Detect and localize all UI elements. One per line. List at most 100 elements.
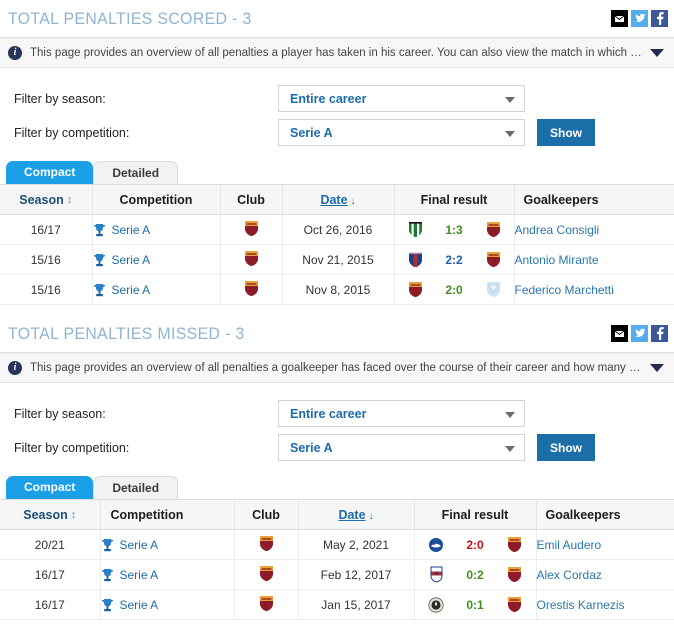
col-header-club: Club	[234, 499, 299, 530]
cell-club	[234, 559, 299, 590]
table-row[interactable]: 16/17 Serie A Jan 15, 2017 0:1 Orestis K…	[0, 589, 674, 620]
tab-compact[interactable]: Compact	[6, 161, 94, 184]
cell-season: 16/17	[0, 559, 101, 590]
table-row[interactable]: 20/21 Serie A May 2, 2021 2:0 Emil Auder…	[0, 529, 674, 560]
col-header-season[interactable]: Season ↕	[0, 499, 101, 530]
cell-goalkeeper: Alex Cordaz	[536, 559, 674, 590]
goalkeeper-link[interactable]: Emil Audero	[537, 538, 602, 552]
email-share-icon[interactable]	[611, 325, 628, 342]
expand-info-chevron-down-icon[interactable]	[650, 364, 664, 372]
competition-select[interactable]: Serie A	[278, 434, 525, 461]
home-club-crest-icon	[398, 251, 432, 268]
info-icon: i	[8, 46, 22, 60]
competition-link[interactable]: Serie A	[112, 283, 151, 297]
section-penalties-scored: TOTAL PENALTIES SCORED - 3 i This page p…	[0, 0, 674, 305]
chevron-down-icon	[505, 130, 515, 137]
goalkeeper-link[interactable]: Orestis Karnezis	[537, 598, 625, 612]
section-divider	[0, 305, 674, 315]
section-header: TOTAL PENALTIES MISSED - 3	[0, 315, 674, 353]
chevron-down-icon	[505, 445, 515, 452]
cell-date: May 2, 2021	[298, 529, 415, 560]
table-row[interactable]: 15/16 Serie A Nov 8, 2015 2:0 Federico M…	[0, 274, 674, 305]
twitter-share-icon[interactable]	[631, 10, 648, 27]
cell-season: 16/17	[0, 214, 93, 245]
cell-goalkeeper: Andrea Consigli	[514, 214, 674, 245]
email-share-icon[interactable]	[611, 10, 628, 27]
trophy-icon	[101, 568, 114, 582]
social-share-group	[611, 10, 668, 27]
show-button[interactable]: Show	[537, 434, 595, 461]
competition-link[interactable]: Serie A	[120, 598, 159, 612]
chevron-down-icon	[505, 411, 515, 418]
table-row[interactable]: 15/16 Serie A Nov 21, 2015 2:2 Antonio M…	[0, 244, 674, 275]
competition-link[interactable]: Serie A	[120, 568, 159, 582]
trophy-icon	[93, 253, 106, 267]
goalkeeper-link[interactable]: Andrea Consigli	[515, 223, 600, 237]
social-share-group	[611, 325, 668, 342]
col-header-date[interactable]: Date ↓	[282, 184, 395, 215]
cell-competition: Serie A	[100, 589, 235, 620]
club-crest-icon	[259, 535, 274, 552]
table-row[interactable]: 16/17 Serie A Oct 26, 2016 1:3 Andrea Co…	[0, 214, 674, 245]
tab-detailed[interactable]: Detailed	[93, 161, 179, 184]
filter-competition-label: Filter by competition:	[14, 125, 130, 140]
match-score: 2:2	[445, 252, 463, 267]
show-button[interactable]: Show	[537, 119, 595, 146]
season-select-value: Entire career	[290, 406, 367, 421]
info-icon: i	[8, 361, 22, 375]
match-score: 2:0	[466, 537, 484, 552]
cell-club	[220, 274, 283, 305]
home-club-crest-icon	[398, 221, 432, 238]
club-crest-icon	[259, 595, 274, 612]
filter-row-competition: Filter by competition: Serie A Show	[0, 118, 674, 147]
home-club-crest-icon	[419, 596, 453, 613]
cell-final-result: 0:2	[414, 559, 537, 590]
competition-select[interactable]: Serie A	[278, 119, 525, 146]
filter-competition-label: Filter by competition:	[14, 440, 130, 455]
goalkeeper-link[interactable]: Alex Cordaz	[537, 568, 602, 582]
chevron-down-icon	[505, 96, 515, 103]
competition-link[interactable]: Serie A	[112, 253, 151, 267]
facebook-share-icon[interactable]	[651, 10, 668, 27]
cell-competition: Serie A	[100, 559, 235, 590]
info-bar: i This page provides an overview of all …	[0, 353, 674, 383]
cell-final-result: 2:2	[394, 244, 515, 275]
trophy-icon	[101, 598, 114, 612]
season-select[interactable]: Entire career	[278, 85, 525, 112]
home-club-crest-icon	[398, 281, 432, 298]
away-club-crest-icon	[497, 566, 531, 583]
club-crest-icon	[244, 220, 259, 237]
goalkeeper-link[interactable]: Antonio Mirante	[515, 253, 599, 267]
col-header-date[interactable]: Date ↓	[298, 499, 415, 530]
view-tabs: Compact Detailed	[0, 476, 674, 499]
penalties-missed-table: Season ↕ Competition Club Date ↓ Final res…	[0, 499, 674, 620]
cell-goalkeeper: Federico Marchetti	[514, 274, 674, 305]
trophy-icon	[93, 283, 106, 297]
competition-link[interactable]: Serie A	[120, 538, 159, 552]
competition-link[interactable]: Serie A	[112, 223, 151, 237]
away-club-crest-icon	[497, 596, 531, 613]
facebook-share-icon[interactable]	[651, 325, 668, 342]
table-row[interactable]: 16/17 Serie A Feb 12, 2017 0:2 Alex Cord…	[0, 559, 674, 590]
col-header-season[interactable]: Season ↕	[0, 184, 93, 215]
club-crest-icon	[259, 565, 274, 582]
away-club-crest-icon	[497, 536, 531, 553]
away-club-crest-icon	[476, 221, 510, 238]
twitter-share-icon[interactable]	[631, 325, 648, 342]
filter-row-season: Filter by season: Entire career	[0, 399, 674, 428]
info-bar: i This page provides an overview of all …	[0, 38, 674, 68]
expand-info-chevron-down-icon[interactable]	[650, 49, 664, 57]
cell-final-result: 0:1	[414, 589, 537, 620]
tab-detailed[interactable]: Detailed	[93, 476, 179, 499]
club-crest-icon	[244, 250, 259, 267]
tab-compact[interactable]: Compact	[6, 476, 94, 499]
cell-season: 16/17	[0, 589, 101, 620]
cell-competition: Serie A	[100, 529, 235, 560]
filter-row-competition: Filter by competition: Serie A Show	[0, 433, 674, 462]
away-club-crest-icon	[476, 281, 510, 298]
table-header-row: Season ↕ Competition Club Date ↓ Final res…	[0, 499, 674, 530]
table-header-row: Season ↕ Competition Club Date ↓ Final res…	[0, 184, 674, 215]
goalkeeper-link[interactable]: Federico Marchetti	[515, 283, 614, 297]
cell-season: 20/21	[0, 529, 101, 560]
season-select[interactable]: Entire career	[278, 400, 525, 427]
